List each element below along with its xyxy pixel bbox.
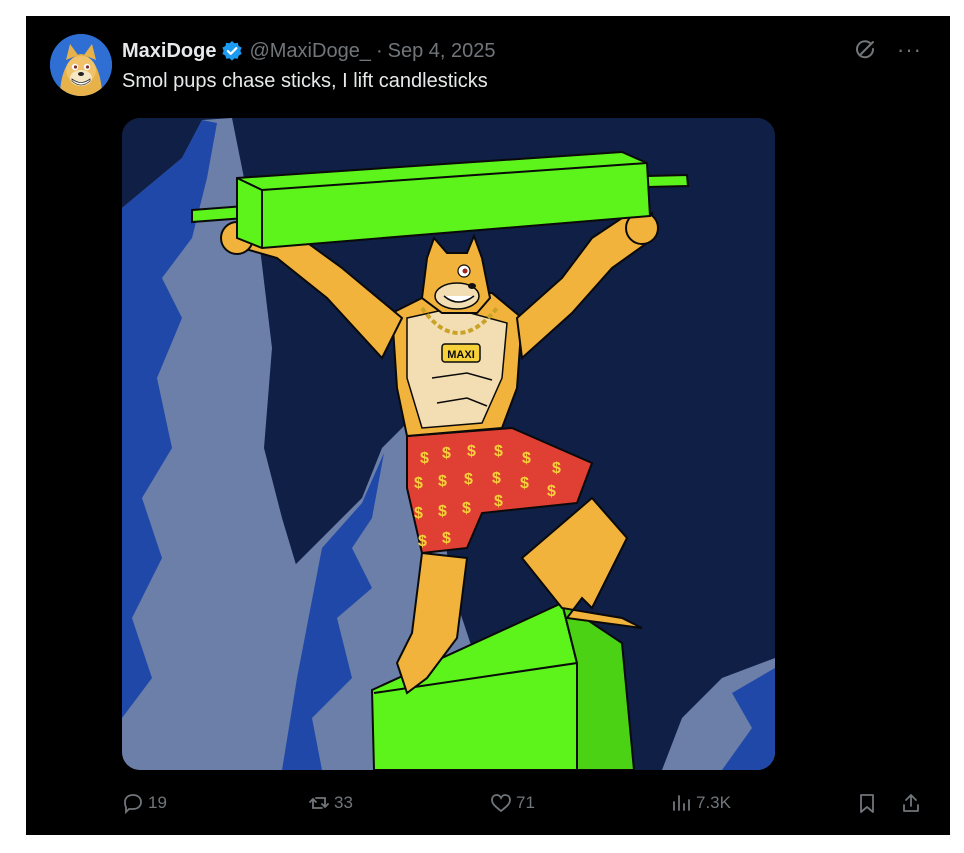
svg-text:$: $ bbox=[462, 500, 471, 517]
like-button[interactable]: 71 bbox=[490, 792, 535, 814]
reply-count: 19 bbox=[148, 793, 167, 812]
svg-text:$: $ bbox=[522, 450, 531, 467]
views-button[interactable]: 7.3K bbox=[670, 792, 731, 814]
svg-text:$: $ bbox=[438, 503, 447, 520]
repost-count: 33 bbox=[334, 793, 353, 812]
like-icon bbox=[491, 794, 511, 813]
repost-icon bbox=[309, 797, 329, 809]
reply-icon bbox=[124, 794, 142, 814]
verified-badge-icon bbox=[221, 40, 243, 62]
svg-text:$: $ bbox=[414, 475, 423, 492]
necklace-badge-text: MAXI bbox=[447, 349, 475, 361]
tweet-image[interactable]: $ $ $ $ $ $ $ $ $ $ $ $ $ $ $ $ $ $ MAXI bbox=[122, 118, 775, 770]
repost-button[interactable]: 33 bbox=[308, 792, 353, 814]
svg-text:$: $ bbox=[442, 530, 451, 547]
tweet-text: Smol pups chase sticks, I lift candlesti… bbox=[122, 70, 488, 92]
post-date[interactable]: Sep 4, 2025 bbox=[388, 40, 496, 63]
reply-button[interactable]: 19 bbox=[122, 792, 167, 814]
views-icon bbox=[673, 795, 690, 811]
tweet-header: MaxiDoge @MaxiDoge_ · Sep 4, 2025 bbox=[122, 38, 495, 64]
bookmark-icon bbox=[860, 794, 874, 813]
avatar[interactable] bbox=[50, 34, 112, 96]
view-count: 7.3K bbox=[696, 793, 731, 812]
separator-dot: · bbox=[375, 39, 383, 62]
author-handle[interactable]: @MaxiDoge_ bbox=[249, 40, 370, 63]
grok-icon[interactable] bbox=[853, 38, 877, 62]
more-options-icon[interactable]: ··· bbox=[897, 39, 922, 61]
svg-text:$: $ bbox=[467, 443, 476, 460]
tweet-card[interactable]: MaxiDoge @MaxiDoge_ · Sep 4, 2025 ··· Sm… bbox=[26, 16, 950, 835]
svg-text:$: $ bbox=[492, 470, 501, 487]
author-name[interactable]: MaxiDoge bbox=[122, 40, 216, 63]
svg-text:$: $ bbox=[547, 483, 556, 500]
action-bar: 19 33 71 7.3K bbox=[122, 792, 922, 822]
top-actions: ··· bbox=[853, 38, 922, 62]
svg-text:$: $ bbox=[520, 475, 529, 492]
svg-text:$: $ bbox=[552, 460, 561, 477]
svg-text:$: $ bbox=[494, 493, 503, 510]
svg-text:$: $ bbox=[464, 471, 473, 488]
svg-text:$: $ bbox=[414, 505, 423, 522]
svg-text:$: $ bbox=[438, 473, 447, 490]
like-count: 71 bbox=[516, 793, 535, 812]
share-icon bbox=[903, 794, 919, 812]
svg-text:$: $ bbox=[442, 445, 451, 462]
bookmark-button[interactable] bbox=[856, 792, 878, 814]
svg-text:$: $ bbox=[494, 443, 503, 460]
share-button[interactable] bbox=[900, 792, 922, 814]
svg-text:$: $ bbox=[420, 450, 429, 467]
svg-text:$: $ bbox=[418, 533, 427, 550]
